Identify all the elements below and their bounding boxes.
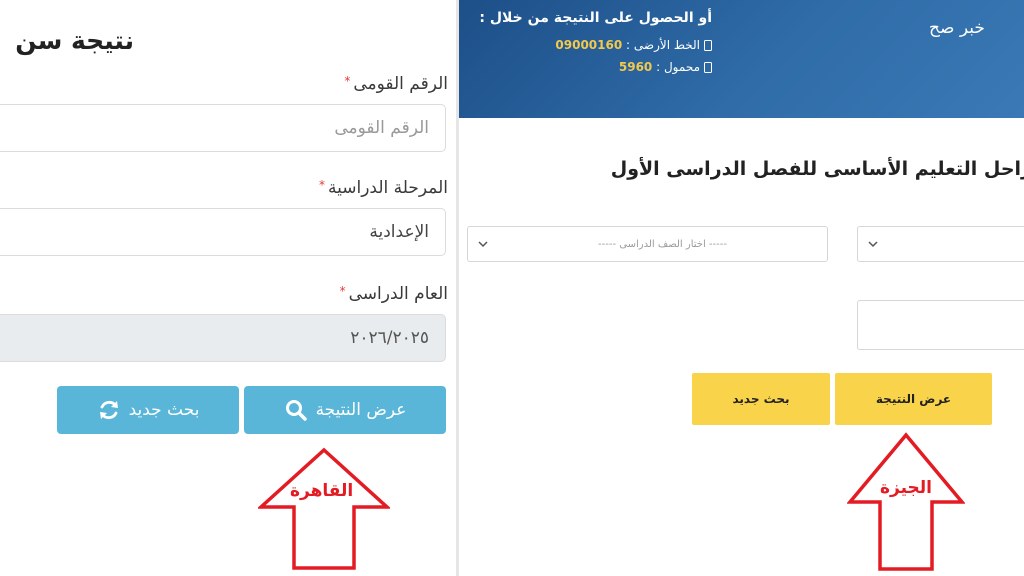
mobile-line: محمول : 5960 — [619, 60, 712, 74]
phone-icon — [704, 40, 712, 51]
stage-select[interactable]: الإعدادية — [0, 208, 446, 256]
stage-label-text: المرحلة الدراسية — [327, 178, 448, 198]
section-title: راحل التعليم الأساسى للفصل الدراسى الأول — [610, 158, 1024, 180]
academic-year-label: العام الدراسى* — [340, 284, 448, 304]
up-arrow — [258, 447, 390, 570]
page-title: نتيجة سن — [15, 26, 134, 55]
chevron-down-icon — [868, 241, 878, 248]
mobile-number: 5960 — [618, 60, 653, 74]
landline-label: الخط الأرضى : — [626, 38, 700, 52]
search-icon — [285, 400, 307, 421]
grade-select-placeholder: ----- اختار الصف الدراسى ----- — [598, 238, 727, 250]
seat-number-input[interactable] — [857, 300, 1024, 350]
new-search-label-giza: بحث جديد — [732, 392, 790, 406]
national-id-label: الرقم القومى* — [344, 74, 448, 94]
chevron-down-icon — [478, 241, 488, 248]
watermark: خبر صح — [929, 18, 985, 38]
academic-year-label-text: العام الدراسى — [348, 284, 448, 304]
required-marker: * — [344, 74, 351, 88]
required-marker: * — [318, 178, 325, 192]
cairo-arrow-label: القاهرة — [290, 481, 354, 501]
show-result-button-giza[interactable]: عرض النتيجة — [835, 373, 992, 425]
national-id-label-text: الرقم القومى — [353, 74, 448, 94]
show-result-label-giza: عرض النتيجة — [875, 392, 952, 406]
banner-heading: أو الحصول على النتيجة من خلال : — [479, 10, 712, 26]
phone-icon — [704, 62, 712, 73]
giza-arrow-label: الجيزة — [880, 478, 933, 498]
contact-banner: أو الحصول على النتيجة من خلال : الخط الأ… — [459, 0, 1024, 118]
stage-select-right[interactable] — [857, 226, 1024, 262]
landline-line: الخط الأرضى : 09000160 — [555, 38, 712, 52]
stage-value: الإعدادية — [369, 222, 429, 242]
new-search-label: بحث جديد — [128, 400, 200, 420]
show-result-button[interactable]: عرض النتيجة — [244, 386, 446, 434]
required-marker: * — [339, 284, 346, 298]
academic-year-value: ٢٠٢٦/٢٠٢٥ — [350, 328, 429, 348]
grade-select[interactable]: ----- اختار الصف الدراسى ----- — [467, 226, 828, 262]
refresh-icon — [99, 400, 118, 420]
new-search-button[interactable]: بحث جديد — [57, 386, 239, 434]
new-search-button-giza[interactable]: بحث جديد — [692, 373, 830, 425]
national-id-input[interactable] — [0, 104, 446, 152]
cairo-result-panel: نتيجة سن الرقم القومى* المرحلة الدراسية*… — [0, 0, 456, 576]
landline-number: 09000160 — [555, 38, 623, 52]
show-result-label: عرض النتيجة — [315, 400, 407, 420]
up-arrow — [847, 432, 965, 571]
stage-label: المرحلة الدراسية* — [319, 178, 448, 198]
academic-year-field: ٢٠٢٦/٢٠٢٥ — [0, 314, 446, 362]
mobile-label: محمول : — [656, 60, 700, 74]
giza-result-panel: أو الحصول على النتيجة من خلال : الخط الأ… — [459, 0, 1024, 576]
